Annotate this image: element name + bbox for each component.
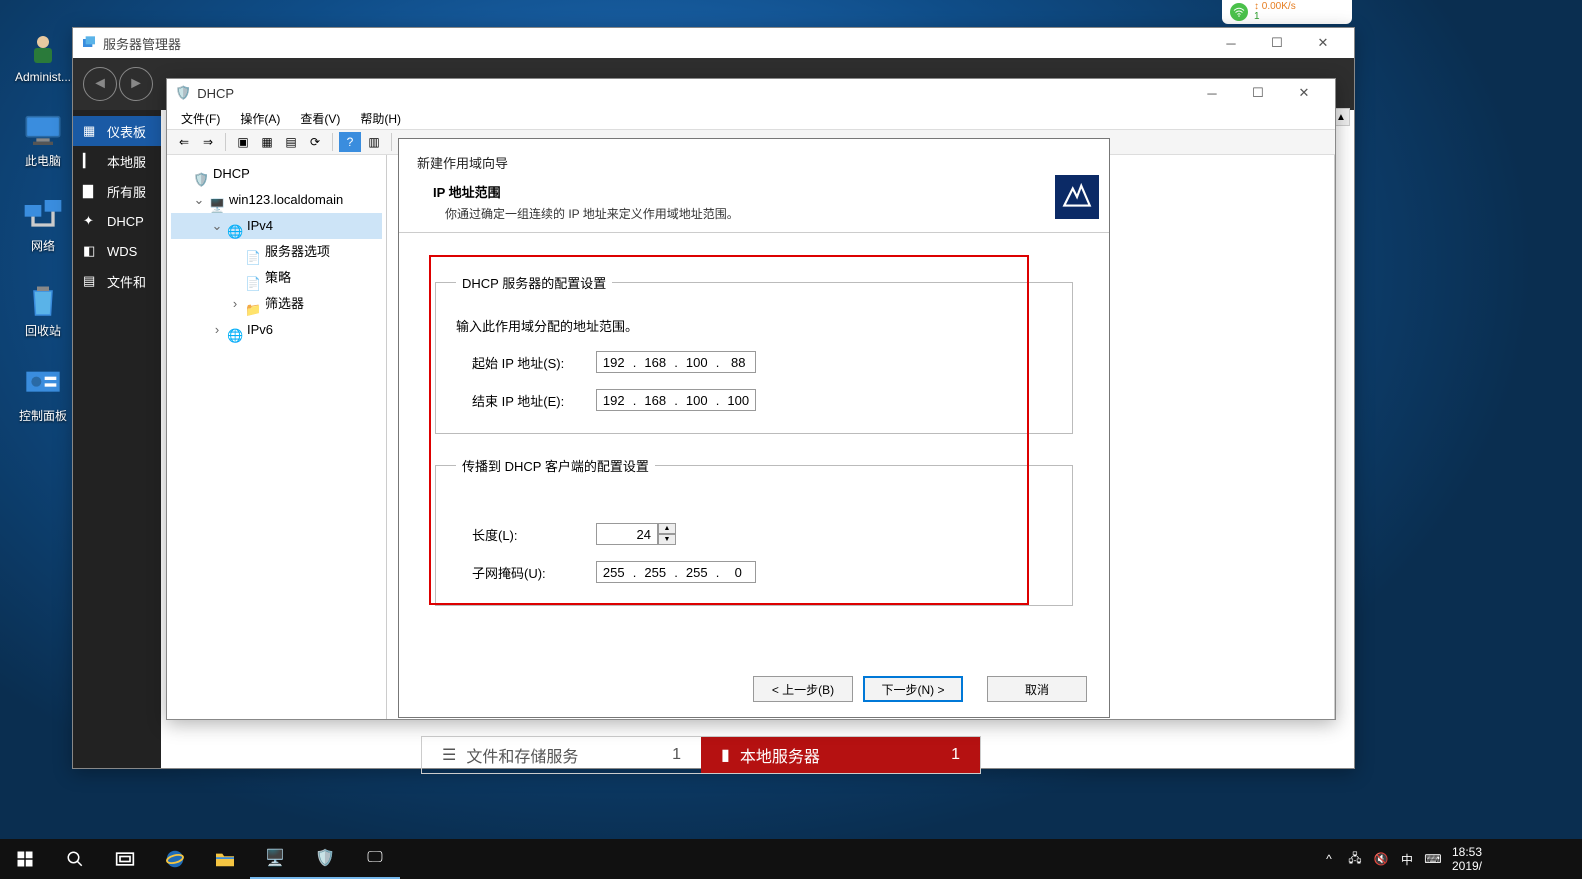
tb-forward-icon[interactable]: ⇒ <box>197 132 219 152</box>
sidebar-dashboard[interactable]: ▦仪表板 <box>73 116 161 146</box>
tree-ipv6[interactable]: ›🌐IPv6 <box>171 317 382 343</box>
taskbar-clock[interactable]: 18:53 2019/ <box>1452 845 1482 874</box>
wizard-footer: < 上一步(B) 下一步(N) > 取消 <box>399 661 1109 717</box>
taskbar-app1[interactable]: 🖥️ <box>250 839 300 879</box>
tb-properties-icon[interactable]: ▦ <box>256 132 278 152</box>
mmc-maximize-button[interactable]: ☐ <box>1235 78 1281 108</box>
status-local[interactable]: ▮本地服务器 1 <box>701 737 980 773</box>
length-label: 长度(L): <box>456 525 596 544</box>
wizard-header-icon <box>1055 175 1099 219</box>
menu-view[interactable]: 查看(V) <box>292 108 348 129</box>
mask-input[interactable]: 255. 255. 255. 0 <box>596 561 756 583</box>
network-speed-widget: ↕ 0.00K/s 1 <box>1222 0 1352 24</box>
tb-options-icon[interactable]: ▥ <box>363 132 385 152</box>
taskbar: 🖥️ 🛡️ 🖵 ^ 🖧 🔇 中 ⌨ 18:53 2019/ <box>0 839 1582 879</box>
mmc-menubar: 文件(F) 操作(A) 查看(V) 帮助(H) <box>167 107 1335 129</box>
tray-up-icon[interactable]: ^ <box>1316 852 1342 866</box>
sm-minimize-button[interactable]: ─ <box>1208 28 1254 58</box>
tb-help-icon[interactable]: ? <box>339 132 361 152</box>
sidebar-wds[interactable]: ◧WDS <box>73 236 161 266</box>
next-button[interactable]: 下一步(N) > <box>863 676 963 702</box>
status-files[interactable]: ☰文件和存储服务 1 <box>422 737 701 773</box>
taskbar-dhcp[interactable]: 🛡️ <box>300 839 350 879</box>
tb-back-icon[interactable]: ⇐ <box>173 132 195 152</box>
tb-refresh-icon[interactable]: ⟳ <box>304 132 326 152</box>
tb-add-icon[interactable]: ▣ <box>232 132 254 152</box>
ie-button[interactable] <box>150 839 200 879</box>
start-ip-input[interactable]: 192. 168. 100. 88 <box>596 351 756 373</box>
wizard-header: 新建作用域向导 IP 地址范围 你通过确定一组连续的 IP 地址来定义作用域地址… <box>399 139 1109 233</box>
mask-label: 子网掩码(U): <box>456 563 596 582</box>
desktop-icon-admin[interactable]: Administ... <box>10 30 76 84</box>
desktop-icon-recycle[interactable]: 回收站 <box>10 282 76 339</box>
sm-title: 服务器管理器 <box>103 34 181 53</box>
tray-network-icon[interactable]: 🖧 <box>1342 849 1368 870</box>
sm-maximize-button[interactable]: ☐ <box>1254 28 1300 58</box>
mmc-tree: 🛡️DHCP ⌄🖥️win123.localdomain ⌄🌐IPv4 📄服务器… <box>167 155 387 719</box>
end-ip-input[interactable]: 192. 168. 100. 100 <box>596 389 756 411</box>
dhcp-server-settings-group: DHCP 服务器的配置设置 输入此作用域分配的地址范围。 起始 IP 地址(S)… <box>435 273 1073 434</box>
dhcp-icon: 🛡️ <box>175 85 191 101</box>
taskbar-app3[interactable]: 🖵 <box>350 839 400 879</box>
desktop-icon-thispc[interactable]: 此电脑 <box>10 112 76 169</box>
storage-icon: ☰ <box>442 745 456 765</box>
wizard-title: IP 地址范围 <box>433 182 1091 201</box>
search-button[interactable] <box>50 839 100 879</box>
tree-root-dhcp[interactable]: 🛡️DHCP <box>171 161 382 187</box>
sidebar-files[interactable]: ▤文件和 <box>73 266 161 296</box>
length-input[interactable] <box>596 523 658 545</box>
wifi-icon <box>1230 3 1248 21</box>
tree-server[interactable]: ⌄🖥️win123.localdomain <box>171 187 382 213</box>
menu-help[interactable]: 帮助(H) <box>352 108 409 129</box>
tree-ipv4[interactable]: ⌄🌐IPv4 <box>171 213 382 239</box>
desktop-icons: Administ... 此电脑 网络 回收站 控制面板 <box>10 30 76 424</box>
menu-action[interactable]: 操作(A) <box>232 108 288 129</box>
back-button[interactable]: < 上一步(B) <box>753 676 853 702</box>
tree-server-options[interactable]: 📄服务器选项 <box>171 239 382 265</box>
wizard-subtitle: 你通过确定一组连续的 IP 地址来定义作用域地址范围。 <box>445 205 1091 222</box>
tray-volume-icon[interactable]: 🔇 <box>1368 852 1394 866</box>
tree-policy[interactable]: 📄策略 <box>171 265 382 291</box>
sidebar-allservers[interactable]: ▇所有服 <box>73 176 161 206</box>
desktop-icon-controlpanel[interactable]: 控制面板 <box>10 367 76 424</box>
tray-ime-icon[interactable]: ⌨ <box>1420 852 1446 866</box>
sm-sidebar: ▦仪表板 ▎本地服 ▇所有服 ✦DHCP ◧WDS ▤文件和 <box>73 110 161 768</box>
range-prompt: 输入此作用域分配的地址范围。 <box>456 316 1052 335</box>
menu-file[interactable]: 文件(F) <box>173 108 228 129</box>
mmc-titlebar[interactable]: 🛡️ DHCP ─ ☐ ✕ <box>167 79 1335 107</box>
sm-close-button[interactable]: ✕ <box>1300 28 1346 58</box>
desktop-icon-network[interactable]: 网络 <box>10 197 76 254</box>
sm-titlebar[interactable]: 服务器管理器 ─ ☐ ✕ <box>73 28 1354 58</box>
mmc-minimize-button[interactable]: ─ <box>1189 78 1235 108</box>
mmc-close-button[interactable]: ✕ <box>1281 78 1327 108</box>
end-ip-label: 结束 IP 地址(E): <box>456 391 596 410</box>
length-up-button[interactable]: ▲ <box>658 523 676 534</box>
cancel-button[interactable]: 取消 <box>987 676 1087 702</box>
sm-status-bar: ☰文件和存储服务 1 ▮本地服务器 1 <box>421 736 981 774</box>
taskview-button[interactable] <box>100 839 150 879</box>
dhcp-client-settings-group: 传播到 DHCP 客户端的配置设置 长度(L): ▲ ▼ 子网掩码(U): 25… <box>435 456 1073 606</box>
explorer-button[interactable] <box>200 839 250 879</box>
tray-lang[interactable]: 中 <box>1394 851 1420 868</box>
sidebar-dhcp[interactable]: ✦DHCP <box>73 206 161 236</box>
system-tray: ^ 🖧 🔇 中 ⌨ 18:53 2019/ <box>1316 845 1582 874</box>
length-spinner[interactable]: ▲ ▼ <box>596 523 676 545</box>
tree-filter[interactable]: ›📁筛选器 <box>171 291 382 317</box>
sidebar-localserver[interactable]: ▎本地服 <box>73 146 161 176</box>
new-scope-wizard: 新建作用域向导 IP 地址范围 你通过确定一组连续的 IP 地址来定义作用域地址… <box>398 138 1110 718</box>
nav-forward-button[interactable]: ► <box>119 67 153 101</box>
mmc-title-text: DHCP <box>197 86 234 101</box>
server-icon: ▮ <box>721 745 730 765</box>
start-button[interactable] <box>0 839 50 879</box>
start-ip-label: 起始 IP 地址(S): <box>456 353 596 372</box>
nav-back-button[interactable]: ◄ <box>83 67 117 101</box>
tb-delete-icon[interactable]: ▤ <box>280 132 302 152</box>
wizard-step: 新建作用域向导 <box>417 153 1091 172</box>
length-down-button[interactable]: ▼ <box>658 534 676 545</box>
